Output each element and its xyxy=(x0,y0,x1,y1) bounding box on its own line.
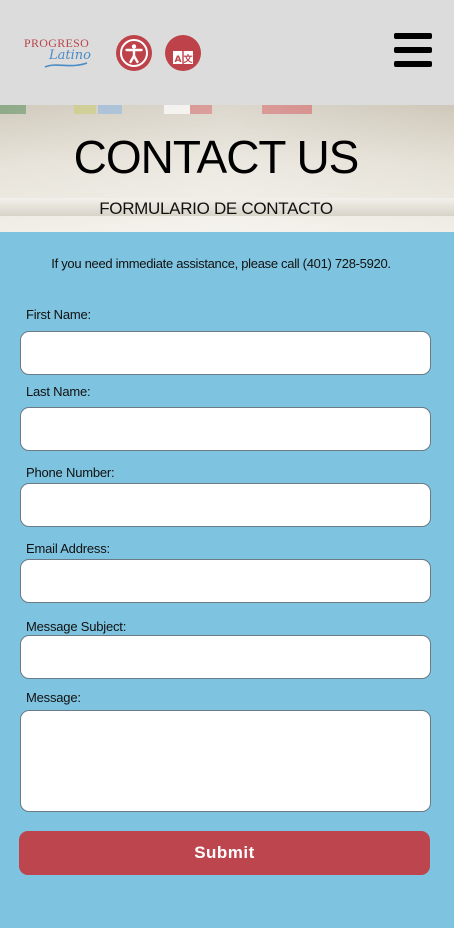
page-subtitle: FORMULARIO DE CONTACTO xyxy=(99,199,333,218)
email-address-field[interactable] xyxy=(20,559,431,603)
last-name-label: Last Name: xyxy=(26,384,91,399)
hamburger-line xyxy=(394,61,432,67)
message-subject-field[interactable] xyxy=(20,635,431,679)
accessibility-button[interactable] xyxy=(116,35,152,71)
logo-swoosh-icon xyxy=(44,62,88,68)
translate-icon: A 文 xyxy=(170,40,196,65)
message-label: Message: xyxy=(26,690,81,705)
hamburger-menu-button[interactable] xyxy=(394,33,432,67)
svg-text:文: 文 xyxy=(182,53,193,65)
accessibility-icon xyxy=(120,39,148,67)
page-title: CONTACT US xyxy=(73,131,360,183)
message-subject-label: Message Subject: xyxy=(26,619,127,634)
hamburger-line xyxy=(394,47,432,53)
svg-text:A: A xyxy=(175,55,182,65)
progreso-latino-logo[interactable]: PROGRESO Latino xyxy=(22,34,94,74)
translate-button[interactable]: A 文 xyxy=(165,35,201,71)
phone-number-label: Phone Number: xyxy=(26,465,115,480)
submit-button[interactable]: Submit xyxy=(19,831,430,875)
last-name-field[interactable] xyxy=(20,407,431,451)
site-header: PROGRESO Latino A 文 xyxy=(0,0,454,105)
email-address-label: Email Address: xyxy=(26,541,110,556)
first-name-label: First Name: xyxy=(26,307,91,322)
hamburger-line xyxy=(394,33,432,39)
phone-number-field[interactable] xyxy=(20,483,431,527)
message-textarea[interactable] xyxy=(20,710,431,812)
first-name-field[interactable] xyxy=(20,331,431,375)
assistance-notice: If you need immediate assistance, please… xyxy=(51,256,391,271)
